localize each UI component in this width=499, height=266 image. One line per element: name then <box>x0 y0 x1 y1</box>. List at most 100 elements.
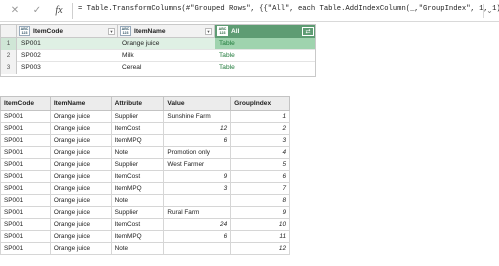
cell-groupindex: 12 <box>230 242 290 255</box>
cell-itemname: Orange juice <box>49 218 112 231</box>
cell-itemcode: SP001 <box>0 110 51 123</box>
table-row: SP001 Orange juice ItemMPQ 6 11 <box>0 230 290 243</box>
cell-value <box>163 194 232 207</box>
cell-attribute: ItemCost <box>110 218 165 231</box>
table-row[interactable]: 3 SP003 Cereal Table <box>1 62 315 74</box>
column-header-label: All <box>231 28 240 35</box>
cell-itemcode: SP001 <box>0 170 51 183</box>
cell-itemname: Orange juice <box>49 170 112 183</box>
cell-itemname: Orange juice <box>49 122 112 135</box>
cell-attribute: Supplier <box>110 158 165 171</box>
type-any-icon[interactable]: ABC 123 <box>19 26 30 36</box>
cell-itemname: Orange juice <box>49 182 112 195</box>
table-row: SP001 Orange juice ItemCost 9 6 <box>0 170 290 183</box>
cell-attribute: ItemCost <box>110 122 165 135</box>
cell-all-table-link[interactable]: Table <box>219 64 235 71</box>
cell-groupindex: 2 <box>230 122 290 135</box>
table-row[interactable]: 2 SP002 Milk Table <box>1 50 315 62</box>
cell-itemcode: SP001 <box>0 194 51 207</box>
cell-itemname[interactable]: Cereal <box>122 64 141 71</box>
cell-value <box>163 242 232 255</box>
cell-itemname: Orange juice <box>49 146 112 159</box>
cell-itemname[interactable]: Orange juice <box>122 40 159 47</box>
cell-itemname: Orange juice <box>49 242 112 255</box>
preview-header: ABC 123 ItemCode ▼ ABC 123 ItemName ▼ AB… <box>1 25 315 38</box>
column-header-label: ItemCode <box>33 28 64 35</box>
cell-groupindex: 3 <box>230 134 290 147</box>
cell-itemname[interactable]: Milk <box>122 52 134 59</box>
result-table: ItemCode ItemName Attribute Value GroupI… <box>0 96 290 255</box>
column-header-groupindex: GroupIndex <box>230 96 290 111</box>
column-header-label: ItemName <box>134 28 166 35</box>
cell-itemcode: SP001 <box>0 242 51 255</box>
cell-itemname: Orange juice <box>49 158 112 171</box>
cell-itemname: Orange juice <box>49 110 112 123</box>
cell-groupindex: 9 <box>230 206 290 219</box>
cell-groupindex: 8 <box>230 194 290 207</box>
formula-bar: ✕ ✓ fx = Table.TransformColumns(#"Groupe… <box>0 0 499 22</box>
table-row: SP001 Orange juice Note 12 <box>0 242 290 255</box>
cell-itemcode: SP001 <box>0 158 51 171</box>
row-number: 3 <box>1 62 17 74</box>
confirm-icon[interactable]: ✓ <box>30 4 44 18</box>
row-number-header[interactable] <box>1 25 17 38</box>
cell-itemcode: SP001 <box>0 218 51 231</box>
table-row: SP001 Orange juice Note 8 <box>0 194 290 207</box>
cell-all-table-link[interactable]: Table <box>219 52 235 59</box>
cell-value: West Farmer <box>163 158 232 171</box>
cell-itemcode: SP001 <box>0 122 51 135</box>
expand-column-icon[interactable]: ⇄ <box>302 27 314 36</box>
cell-attribute: Note <box>110 194 165 207</box>
cell-value: 6 <box>163 230 232 243</box>
cell-groupindex: 1 <box>230 110 290 123</box>
cancel-icon[interactable]: ✕ <box>8 4 22 18</box>
column-header-itemname[interactable]: ABC 123 ItemName ▼ <box>118 25 215 38</box>
cell-groupindex: 11 <box>230 230 290 243</box>
cell-itemname: Orange juice <box>49 206 112 219</box>
cell-value: 24 <box>163 218 232 231</box>
table-row: SP001 Orange juice Note Promotion only 4 <box>0 146 290 159</box>
cell-attribute: Note <box>110 242 165 255</box>
filter-dropdown-icon[interactable]: ▼ <box>205 28 212 35</box>
cell-attribute: Supplier <box>110 206 165 219</box>
table-row[interactable]: 1 SP001 Orange juice Table <box>1 38 315 50</box>
column-header-all[interactable]: ABC 123 All ⇄ <box>215 25 315 38</box>
expand-formula-icon[interactable]: ⌄ <box>483 4 495 18</box>
table-row: SP001 Orange juice Supplier Sunshine Farm 1 <box>0 110 290 123</box>
cell-attribute: ItemMPQ <box>110 134 165 147</box>
cell-value: 3 <box>163 182 232 195</box>
type-any-icon[interactable]: ABC 123 <box>217 26 228 36</box>
cell-attribute: ItemMPQ <box>110 230 165 243</box>
cell-all-table-link[interactable]: Table <box>219 40 235 47</box>
cell-attribute: ItemMPQ <box>110 182 165 195</box>
preview-grid: ABC 123 ItemCode ▼ ABC 123 ItemName ▼ AB… <box>0 24 316 77</box>
cell-value: 12 <box>163 122 232 135</box>
column-header-attribute: Attribute <box>110 96 165 111</box>
column-header-value: Value <box>163 96 232 111</box>
cell-groupindex: 5 <box>230 158 290 171</box>
cell-itemcode[interactable]: SP002 <box>21 52 41 59</box>
cell-value: 9 <box>163 170 232 183</box>
table-row: SP001 Orange juice ItemCost 12 2 <box>0 122 290 135</box>
table-row: SP001 Orange juice ItemCost 24 10 <box>0 218 290 231</box>
fx-icon[interactable]: fx <box>52 4 66 18</box>
table-row: SP001 Orange juice ItemMPQ 6 3 <box>0 134 290 147</box>
cell-value: Sunshine Farm <box>163 110 232 123</box>
row-number: 2 <box>1 50 17 62</box>
cell-itemcode: SP001 <box>0 230 51 243</box>
cell-attribute: Supplier <box>110 110 165 123</box>
formula-separator <box>72 3 73 19</box>
cell-itemcode[interactable]: SP001 <box>21 40 41 47</box>
cell-itemname: Orange juice <box>49 230 112 243</box>
cell-value: Promotion only <box>163 146 232 159</box>
column-header-itemcode[interactable]: ABC 123 ItemCode ▼ <box>17 25 118 38</box>
filter-dropdown-icon[interactable]: ▼ <box>108 28 115 35</box>
result-header-row: ItemCode ItemName Attribute Value GroupI… <box>0 96 290 111</box>
table-row: SP001 Orange juice Supplier West Farmer 5 <box>0 158 290 171</box>
cell-itemcode: SP001 <box>0 146 51 159</box>
type-any-icon[interactable]: ABC 123 <box>120 26 131 36</box>
cell-attribute: ItemCost <box>110 170 165 183</box>
cell-groupindex: 7 <box>230 182 290 195</box>
cell-itemcode[interactable]: SP003 <box>21 64 41 71</box>
formula-input[interactable]: = Table.TransformColumns(#"Grouped Rows"… <box>78 5 499 13</box>
